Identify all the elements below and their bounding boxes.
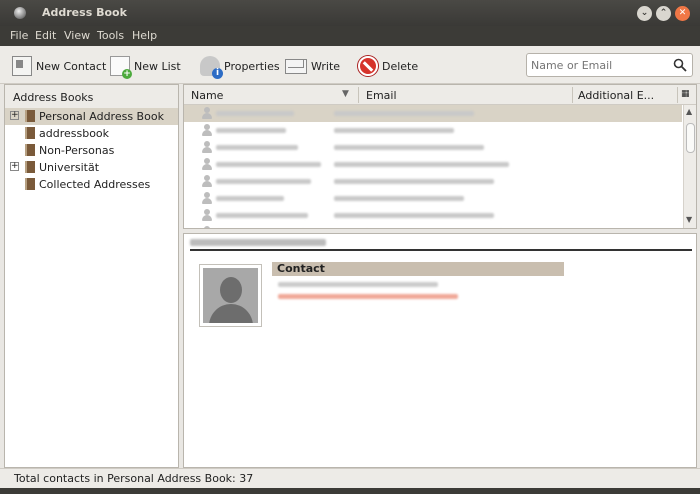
column-picker-icon[interactable]: ▦ — [681, 89, 690, 99]
contact-photo — [199, 264, 262, 327]
table-row[interactable] — [184, 122, 682, 139]
address-book-icon — [25, 178, 35, 190]
contact-icon — [201, 192, 213, 205]
delete-icon — [358, 56, 378, 76]
contact-icon — [201, 107, 213, 120]
column-header-additional-email[interactable]: Additional E... — [578, 89, 654, 102]
column-header-name[interactable]: Name — [191, 89, 223, 102]
sort-desc-icon[interactable]: ▼ — [342, 89, 349, 99]
contact-icon — [201, 175, 213, 188]
menu-tools[interactable]: Tools — [97, 29, 124, 42]
minimize-button[interactable]: ⌄ — [637, 6, 652, 21]
contact-icon — [201, 141, 213, 154]
sidebar-item-label: Personal Address Book — [39, 110, 164, 123]
contact-list: Name ▼ Email Additional E... ▦ ▲ ▼ — [183, 84, 697, 229]
menu-bar: File Edit View Tools Help — [0, 26, 700, 46]
close-button[interactable]: ✕ — [675, 6, 690, 21]
contact-icon — [201, 226, 213, 228]
contact-section-header: Contact — [272, 262, 564, 276]
search-icon[interactable] — [673, 58, 687, 72]
search-box[interactable] — [526, 53, 693, 77]
column-header-row: Name ▼ Email Additional E... ▦ — [184, 85, 696, 105]
new-list-button[interactable]: New List — [110, 54, 181, 79]
menu-view[interactable]: View — [64, 29, 90, 42]
write-label: Write — [311, 59, 341, 73]
table-row[interactable] — [184, 156, 682, 173]
address-book-sidebar: Address Books + Personal Address Book ad… — [4, 84, 179, 468]
table-row[interactable] — [184, 207, 682, 224]
properties-label: Properties — [224, 59, 280, 73]
table-row[interactable] — [184, 190, 682, 207]
sidebar-item-universitat[interactable]: + Universität — [5, 159, 178, 176]
address-book-icon — [25, 161, 35, 173]
contact-icon — [201, 209, 213, 222]
address-book-icon — [25, 110, 35, 122]
write-icon — [285, 58, 307, 74]
new-list-label: New List — [134, 59, 181, 73]
sidebar-item-personal-address-book[interactable]: + Personal Address Book — [5, 108, 178, 125]
title-bar: Address Book ⌄ ⌃ ✕ — [0, 0, 700, 26]
maximize-button[interactable]: ⌃ — [656, 6, 671, 21]
window-bottom-edge — [0, 488, 700, 494]
new-contact-icon — [12, 56, 32, 76]
table-row[interactable] — [184, 173, 682, 190]
properties-icon — [200, 56, 223, 79]
menu-help[interactable]: Help — [132, 29, 157, 42]
sidebar-item-label: Universität — [39, 161, 100, 174]
address-book-icon — [25, 127, 35, 139]
name-divider — [190, 249, 692, 251]
status-bar: Total contacts in Personal Address Book:… — [0, 468, 700, 488]
properties-button[interactable]: Properties — [200, 54, 280, 79]
sidebar-item-label: Collected Addresses — [39, 178, 151, 191]
sidebar-item-addressbook[interactable]: addressbook — [5, 125, 178, 142]
menu-file[interactable]: File — [10, 29, 28, 42]
delete-label: Delete — [382, 59, 419, 73]
delete-button[interactable]: Delete — [358, 54, 418, 78]
contact-card-pane: Contact — [183, 233, 697, 468]
contact-icon — [201, 124, 213, 137]
table-row[interactable] — [184, 139, 682, 156]
scroll-up-icon[interactable]: ▲ — [686, 107, 692, 116]
column-header-email[interactable]: Email — [366, 89, 397, 102]
scroll-down-icon[interactable]: ▼ — [686, 215, 692, 224]
search-input[interactable] — [531, 57, 669, 73]
sidebar-header: Address Books — [5, 85, 178, 108]
default-avatar-icon — [203, 268, 258, 323]
window-title: Address Book — [42, 6, 127, 19]
address-book-icon — [25, 144, 35, 156]
menu-edit[interactable]: Edit — [35, 29, 56, 42]
contact-icon — [201, 158, 213, 171]
sidebar-item-collected-addresses[interactable]: Collected Addresses — [5, 176, 178, 193]
expander-icon[interactable]: + — [10, 162, 19, 171]
sidebar-item-label: addressbook — [39, 127, 110, 140]
scroll-thumb[interactable] — [686, 123, 695, 153]
new-contact-label: New Contact — [36, 59, 107, 73]
new-contact-button[interactable]: New Contact — [12, 54, 106, 78]
write-button[interactable]: Write — [285, 54, 340, 78]
sidebar-item-label: Non-Personas — [39, 144, 115, 157]
sidebar-item-non-personas[interactable]: Non-Personas — [5, 142, 178, 159]
list-scrollbar[interactable]: ▲ ▼ — [683, 105, 696, 228]
expander-icon[interactable]: + — [10, 111, 19, 120]
app-icon[interactable] — [14, 7, 26, 19]
status-text: Total contacts in Personal Address Book:… — [14, 472, 254, 485]
table-row[interactable] — [184, 105, 682, 122]
table-row[interactable] — [184, 224, 682, 228]
new-list-icon — [110, 56, 132, 79]
